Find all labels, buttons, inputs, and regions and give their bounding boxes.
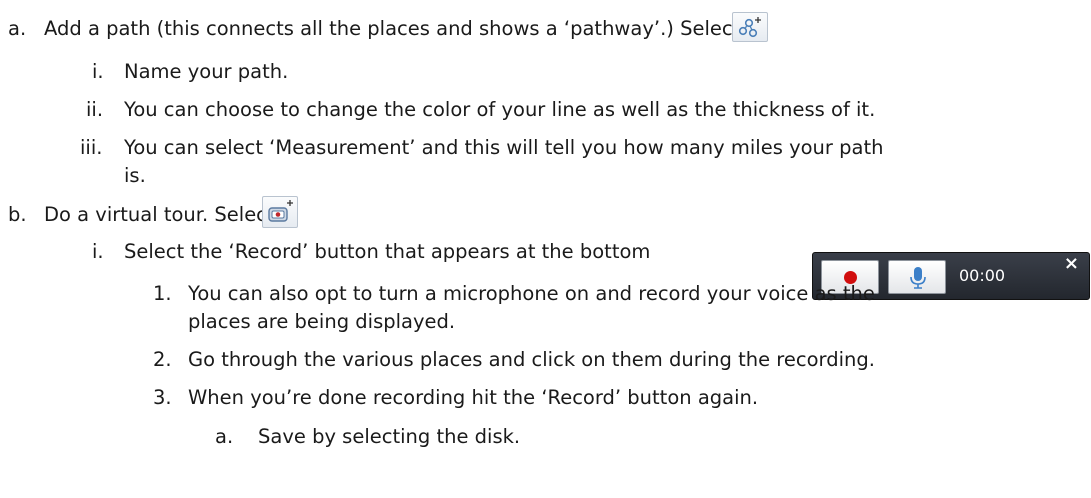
item-a-iii-text: You can select ‘Measurement’ and this wi…: [124, 136, 884, 159]
item-a-iii-text-cont: is.: [124, 164, 146, 187]
step-3-marker: 3.: [153, 386, 172, 409]
step-3-text: When you’re done recording hit the ‘Reco…: [188, 386, 759, 409]
step-2-text: Go through the various places and click …: [188, 348, 875, 371]
microphone-icon: [910, 267, 926, 289]
item-a-marker: a.: [8, 17, 27, 40]
add-tour-icon: [268, 200, 293, 222]
item-a-i-text: Name your path.: [124, 60, 289, 83]
step-2-marker: 2.: [153, 348, 172, 371]
item-b-text: Do a virtual tour. Select: [44, 203, 275, 226]
add-path-icon: [738, 17, 761, 38]
step-1-text-cont: places are being displayed.: [188, 310, 456, 333]
add-tour-button[interactable]: [262, 196, 298, 228]
item-a-text: Add a path (this connects all the places…: [44, 17, 741, 40]
item-a-ii-marker: ii.: [86, 98, 104, 121]
item-a-iii-marker: iii.: [80, 136, 103, 159]
item-b-marker: b.: [8, 203, 27, 226]
step-3-a-marker: a.: [215, 425, 234, 448]
close-icon[interactable]: ×: [1064, 255, 1079, 273]
item-b-i-marker: i.: [92, 240, 104, 263]
step-1-marker: 1.: [153, 282, 172, 305]
item-a-i-marker: i.: [92, 60, 104, 83]
record-timer: 00:00: [959, 266, 1006, 285]
step-3-a-text: Save by selecting the disk.: [258, 425, 521, 448]
add-path-button[interactable]: [732, 12, 768, 42]
microphone-button[interactable]: [888, 260, 946, 294]
item-a-ii-text: You can choose to change the color of yo…: [124, 98, 876, 121]
item-b-i-text: Select the ‘Record’ button that appears …: [124, 240, 651, 263]
step-1-text: You can also opt to turn a microphone on…: [188, 282, 875, 305]
